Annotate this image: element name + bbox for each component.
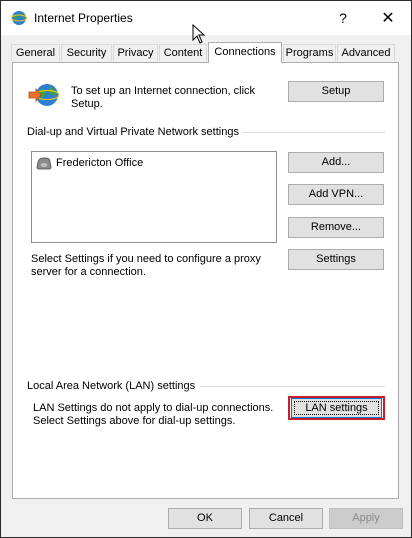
connection-name: Fredericton Office — [56, 157, 144, 169]
proxy-description-line1: Select Settings if you need to configure… — [31, 253, 261, 265]
tab-connections[interactable]: Connections — [208, 42, 282, 63]
add-vpn-button[interactable]: Add VPN... — [288, 184, 384, 205]
dialup-connection-icon — [36, 156, 52, 170]
title-bar[interactable]: Internet Properties ? ✕ — [1, 1, 411, 35]
setup-button[interactable]: Setup — [288, 81, 384, 102]
settings-button[interactable]: Settings — [288, 249, 384, 270]
lan-description-line2: Select Settings above for dial-up settin… — [33, 415, 236, 427]
connections-listbox[interactable]: Fredericton Office — [31, 151, 277, 243]
tab-general[interactable]: General — [11, 44, 60, 61]
ok-button[interactable]: OK — [168, 508, 242, 529]
help-button[interactable]: ? — [335, 10, 351, 26]
lan-heading: Local Area Network (LAN) settings — [27, 380, 196, 392]
close-button[interactable]: ✕ — [379, 8, 397, 28]
dialup-vpn-heading: Dial-up and Virtual Private Network sett… — [27, 126, 239, 138]
mouse-cursor-icon — [192, 24, 206, 44]
internet-properties-dialog: Internet Properties ? ✕ General Security… — [0, 0, 412, 538]
lan-group-divider — [200, 386, 385, 387]
tab-content[interactable]: Content — [159, 44, 207, 61]
tab-privacy[interactable]: Privacy — [113, 44, 158, 61]
cancel-button[interactable]: Cancel — [249, 508, 323, 529]
setup-description-line2: Setup. — [71, 98, 103, 110]
window-title: Internet Properties — [34, 11, 133, 25]
lan-description-line1: LAN Settings do not apply to dial-up con… — [33, 402, 274, 414]
add-button[interactable]: Add... — [288, 152, 384, 173]
apply-button[interactable]: Apply — [329, 508, 403, 529]
tab-strip: General Security Privacy Content Connect… — [11, 42, 401, 63]
lan-settings-button[interactable]: LAN settings — [291, 398, 382, 418]
setup-description-line1: To set up an Internet connection, click — [71, 85, 256, 97]
tab-advanced[interactable]: Advanced — [337, 44, 395, 61]
tab-programs[interactable]: Programs — [283, 44, 336, 61]
proxy-description-line2: server for a connection. — [31, 266, 146, 278]
network-setup-icon — [27, 81, 61, 111]
dialup-group-divider — [242, 132, 385, 133]
remove-button[interactable]: Remove... — [288, 217, 384, 238]
internet-globe-icon — [11, 10, 27, 26]
tab-security[interactable]: Security — [61, 44, 112, 61]
